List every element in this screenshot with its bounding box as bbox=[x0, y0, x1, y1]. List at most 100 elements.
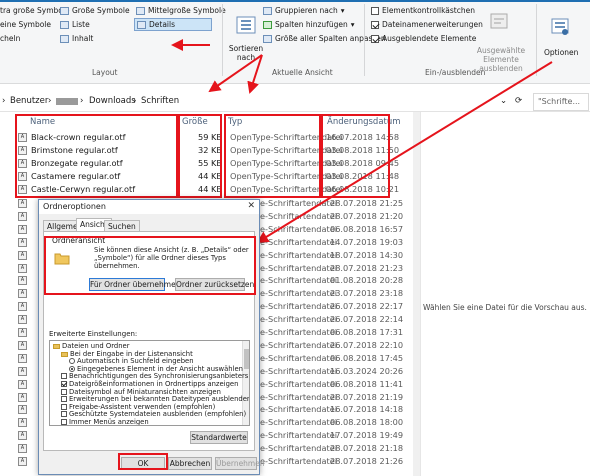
checkbox[interactable] bbox=[61, 419, 67, 425]
highlight-ok-button bbox=[118, 453, 168, 470]
font-file-icon: A bbox=[18, 353, 27, 363]
checkbox[interactable] bbox=[61, 388, 67, 395]
checkbox[interactable] bbox=[61, 396, 67, 403]
close-icon[interactable]: ✕ bbox=[247, 201, 255, 211]
settings-item[interactable]: Immer Menüs anzeigen bbox=[61, 418, 149, 426]
details-icon bbox=[137, 20, 146, 29]
settings-item-label: Immer Menüs anzeigen bbox=[69, 418, 149, 426]
highlight-date-column bbox=[321, 114, 390, 198]
preview-pane bbox=[420, 112, 590, 476]
add-columns-button[interactable]: Spalten hinzufügen ▾ bbox=[263, 20, 354, 29]
file-type: e-Schriftartendatei bbox=[260, 288, 338, 299]
file-date: 26.07.2018 22:14 bbox=[330, 314, 404, 325]
layout-list[interactable]: Liste bbox=[60, 20, 90, 29]
apply-button[interactable]: Übernehmen bbox=[215, 457, 265, 470]
breadcrumb-fonts[interactable]: Schriften bbox=[141, 96, 179, 106]
restore-defaults-button[interactable]: Standardwerte bbox=[190, 431, 248, 444]
file-date: 06.08.2018 17:45 bbox=[330, 352, 404, 363]
layout-details[interactable]: Details bbox=[134, 18, 212, 31]
file-type: e-Schriftartendatei bbox=[260, 456, 338, 466]
breadcrumb-separator: › bbox=[48, 96, 52, 106]
large-icons-icon bbox=[60, 6, 69, 15]
content-icon bbox=[60, 34, 69, 43]
highlight-size-column bbox=[178, 114, 222, 198]
breadcrumb-users[interactable]: Benutzer bbox=[10, 96, 48, 106]
radio-button[interactable] bbox=[69, 358, 75, 365]
advanced-settings-list[interactable]: Dateien und Ordner Bei der Eingabe in der… bbox=[49, 340, 250, 426]
font-file-icon: A bbox=[18, 418, 27, 428]
font-file-icon: A bbox=[18, 431, 27, 441]
file-type: e-Schriftartendatei bbox=[260, 262, 338, 273]
font-file-icon: A bbox=[18, 379, 27, 389]
file-type: e-Schriftartendatei bbox=[260, 198, 338, 208]
dialog-titlebar[interactable]: Ordneroptionen ✕ bbox=[39, 200, 259, 214]
fit-columns-button[interactable]: Größe aller Spalten anpassen bbox=[263, 34, 386, 43]
font-file-icon: A bbox=[18, 263, 27, 273]
highlight-type-column bbox=[224, 114, 321, 198]
group-by-button[interactable]: Gruppieren nach ▾ bbox=[263, 6, 345, 15]
file-extensions-toggle[interactable]: Dateinamenerweiterungen bbox=[371, 20, 483, 29]
file-date: 18.07.2018 14:30 bbox=[330, 249, 404, 260]
font-file-icon: A bbox=[18, 289, 27, 299]
ribbon-accent-strip bbox=[0, 0, 590, 2]
breadcrumb-downloads[interactable]: Downloads bbox=[89, 96, 136, 106]
font-file-icon: A bbox=[18, 237, 27, 247]
file-date: 06.08.2018 16:57 bbox=[330, 223, 404, 234]
font-file-icon: A bbox=[18, 224, 27, 234]
layout-content[interactable]: Inhalt bbox=[60, 34, 93, 43]
options-button[interactable]: Optionen bbox=[544, 48, 578, 57]
item-checkboxes-toggle[interactable]: Elementkontrollkästchen bbox=[371, 6, 475, 15]
file-type: e-Schriftartendatei bbox=[260, 352, 338, 363]
checkbox[interactable] bbox=[61, 373, 67, 380]
fit-columns-icon bbox=[263, 34, 272, 43]
hidden-items-toggle[interactable]: Ausgeblendete Elemente bbox=[371, 34, 476, 43]
radio-button[interactable] bbox=[69, 365, 75, 372]
list-icon bbox=[60, 20, 69, 29]
checkbox[interactable] bbox=[61, 411, 67, 418]
add-columns-icon bbox=[263, 20, 272, 29]
chevron-down-icon[interactable]: ⌄ bbox=[500, 96, 507, 106]
file-date: 06.08.2018 11:41 bbox=[330, 378, 404, 389]
breadcrumb-separator: › bbox=[2, 96, 6, 106]
file-date: 26.07.2018 22:10 bbox=[330, 339, 404, 350]
group-icon bbox=[263, 6, 272, 15]
file-type: e-Schriftartendatei bbox=[260, 236, 338, 247]
file-type: e-Schriftartendatei bbox=[260, 314, 338, 325]
hide-selected-icon bbox=[490, 13, 508, 29]
dropdown-icon: ▾ bbox=[350, 20, 355, 29]
checkbox[interactable] bbox=[61, 403, 67, 410]
layout-medium-icons[interactable]: Mittelgroße Symbole bbox=[136, 6, 226, 15]
cancel-button[interactable]: Abbrechen bbox=[168, 457, 212, 470]
breadcrumb-separator: › bbox=[80, 96, 84, 106]
highlight-name-column bbox=[15, 114, 178, 198]
file-type: e-Schriftartendatei bbox=[260, 301, 338, 312]
file-type: e-Schriftartendatei bbox=[260, 275, 338, 286]
refresh-icon[interactable]: ⟳ bbox=[515, 96, 522, 106]
file-type: e-Schriftartendatei bbox=[260, 339, 338, 350]
search-input[interactable]: "Schrifte... bbox=[533, 93, 589, 111]
file-date: 28.07.2018 21:26 bbox=[330, 456, 404, 466]
layout-tiles[interactable]: cheln bbox=[0, 34, 20, 43]
file-type: e-Schriftartendatei bbox=[260, 430, 338, 441]
layout-small-icons[interactable]: eine Symbole bbox=[0, 20, 51, 29]
file-date: 28.07.2018 21:20 bbox=[330, 210, 404, 221]
layout-large-icons[interactable]: Große Symbole bbox=[60, 6, 130, 15]
file-date: 26.07.2018 22:17 bbox=[330, 301, 404, 312]
font-file-icon: A bbox=[18, 366, 27, 376]
file-date: 23.07.2018 23:18 bbox=[330, 288, 404, 299]
file-list-scrollbar[interactable] bbox=[413, 112, 420, 476]
tab-search[interactable]: Suchen bbox=[104, 220, 140, 231]
layout-group-label: Layout bbox=[92, 68, 118, 77]
font-file-icon: A bbox=[18, 211, 27, 221]
file-date: 14.07.2018 19:03 bbox=[330, 236, 404, 247]
checkbox[interactable] bbox=[61, 381, 67, 387]
sort-by-button[interactable]: Sortieren nach bbox=[228, 44, 264, 62]
scrollbar-thumb[interactable] bbox=[244, 349, 249, 369]
file-type: e-Schriftartendatei bbox=[260, 365, 338, 376]
breadcrumb-separator: › bbox=[133, 96, 137, 106]
file-type: e-Schriftartendatei bbox=[260, 443, 338, 454]
font-file-icon: A bbox=[18, 315, 27, 325]
font-file-icon: A bbox=[18, 276, 27, 286]
ribbon-separator bbox=[222, 4, 223, 76]
font-file-icon: A bbox=[18, 328, 27, 337]
